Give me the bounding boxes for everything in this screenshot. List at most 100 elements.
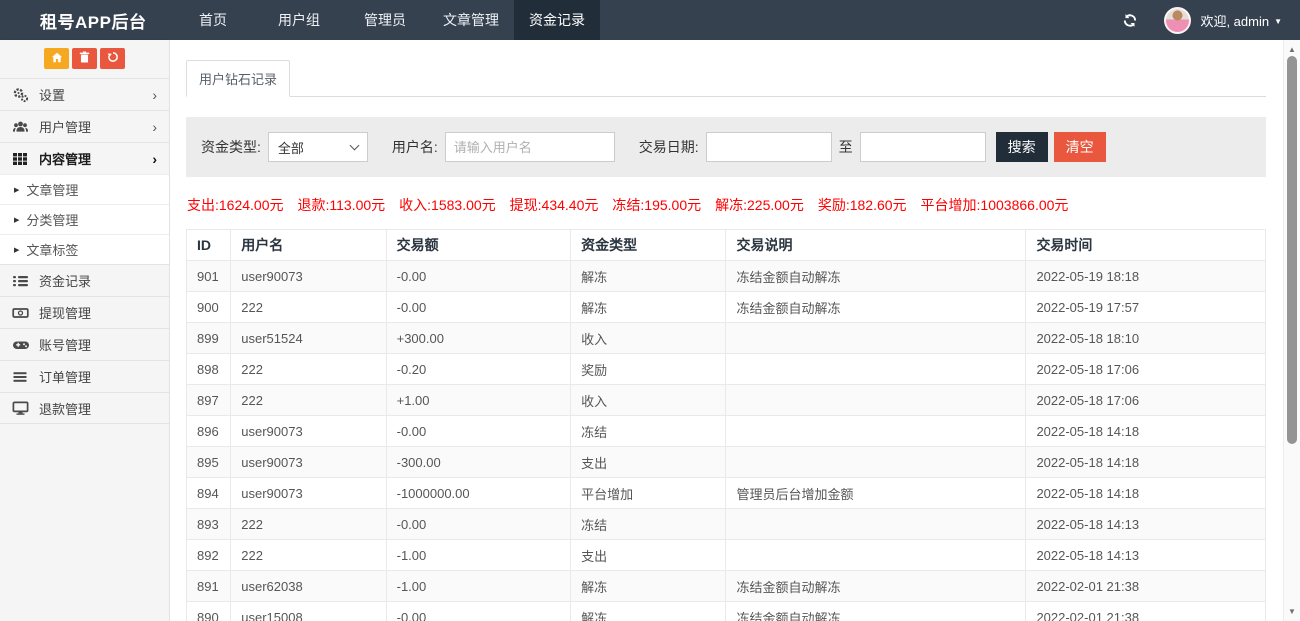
cell-id: 898 [187,354,231,385]
table-row: 898 222 -0.20 奖励 2022-05-18 17:06 [187,354,1266,385]
cell-fund-type: 冻结 [571,416,726,447]
sidebar-quick-buttons [0,40,169,78]
scroll-up-arrow-icon[interactable]: ▲ [1284,42,1300,57]
cell-description: 管理员后台增加金额 [726,478,1026,509]
table-row: 900 222 -0.00 解冻 冻结金额自动解冻 2022-05-19 17:… [187,292,1266,323]
nav-item-articles[interactable]: 文章管理 [428,0,514,40]
cell-description [726,509,1026,540]
cell-description: 冻结金额自动解冻 [726,602,1026,621]
table-row: 896 user90073 -0.00 冻结 2022-05-18 14:18 [187,416,1266,447]
main-content: 用户钻石记录 资金类型: 全部 用户名: 交易日期: 至 搜索 清空 [170,40,1283,621]
sidebar-subitem-category-management[interactable]: ▶ 分类管理 [0,204,169,234]
username-input[interactable] [445,132,615,162]
sidebar: 设置 › 用户管理 › 内容管理 › ▶ 文章管理 ▶ 分类管理 ▶ 文章标签 … [0,40,170,621]
sidebar-item-fund-records[interactable]: 资金记录 [0,264,169,296]
trash-button[interactable] [72,48,97,69]
cell-description: 冻结金额自动解冻 [726,292,1026,323]
sidebar-subitem-label: 分类管理 [26,210,78,229]
cell-time: 2022-02-01 21:38 [1026,602,1266,621]
cell-username: user15008 [231,602,386,621]
cell-description [726,354,1026,385]
monitor-icon [12,400,31,416]
welcome-text: 欢迎, admin [1200,14,1269,29]
cell-fund-type: 支出 [571,447,726,478]
cell-id: 901 [187,261,231,292]
sidebar-item-account-management[interactable]: 账号管理 [0,328,169,360]
fund-type-select[interactable]: 全部 [268,132,368,162]
col-header-fund-type: 资金类型 [571,230,726,261]
nav-item-fund-records[interactable]: 资金记录 [514,0,600,40]
cell-username: 222 [231,385,386,416]
cell-time: 2022-05-18 14:18 [1026,478,1266,509]
banknote-icon [12,305,31,321]
cycle-icon [107,50,119,68]
chevron-right-icon: › [152,151,157,167]
gamepad-icon [12,337,31,353]
cell-fund-type: 解冻 [571,602,726,621]
search-button[interactable]: 搜索 [996,132,1048,162]
caret-right-icon: ▶ [14,186,19,194]
cell-fund-type: 解冻 [571,571,726,602]
cell-fund-type: 冻结 [571,509,726,540]
col-header-id: ID [187,230,231,261]
sidebar-item-label: 订单管理 [39,367,157,386]
refresh-button[interactable] [100,48,125,69]
col-header-time: 交易时间 [1026,230,1266,261]
cell-amount: -0.00 [386,416,571,447]
sidebar-item-label: 退款管理 [39,399,157,418]
cell-time: 2022-05-18 17:06 [1026,354,1266,385]
cell-time: 2022-05-18 14:13 [1026,540,1266,571]
users-icon [12,119,31,135]
cell-username: user90073 [231,261,386,292]
nav-item-admins[interactable]: 管理员 [342,0,428,40]
sidebar-item-withdrawal-management[interactable]: 提现管理 [0,296,169,328]
table-row: 894 user90073 -1000000.00 平台增加 管理员后台增加金额… [187,478,1266,509]
cell-id: 892 [187,540,231,571]
date-from-input[interactable] [706,132,832,162]
cell-id: 891 [187,571,231,602]
scrollbar-thumb[interactable] [1287,56,1297,444]
sidebar-item-content-management[interactable]: 内容管理 › [0,142,169,174]
sidebar-subitem-label: 文章管理 [26,180,78,199]
sidebar-item-settings[interactable]: 设置 › [0,78,169,110]
caret-right-icon: ▶ [14,246,19,254]
summary-item: 奖励:182.60元 [818,197,907,213]
nav-item-home[interactable]: 首页 [170,0,256,40]
cell-id: 890 [187,602,231,621]
cell-fund-type: 平台增加 [571,478,726,509]
cell-amount: +300.00 [386,323,571,354]
sidebar-item-label: 用户管理 [39,117,152,136]
sidebar-item-refund-management[interactable]: 退款管理 [0,392,169,424]
grid-icon [12,151,31,167]
scroll-down-arrow-icon[interactable]: ▼ [1284,604,1300,619]
table-row: 897 222 +1.00 收入 2022-05-18 17:06 [187,385,1266,416]
cell-time: 2022-02-01 21:38 [1026,571,1266,602]
fund-type-label: 资金类型: [201,137,261,157]
sidebar-subitem-article-management[interactable]: ▶ 文章管理 [0,174,169,204]
cell-id: 897 [187,385,231,416]
table-row: 890 user15008 -0.00 解冻 冻结金额自动解冻 2022-02-… [187,602,1266,621]
sidebar-subitem-article-tags[interactable]: ▶ 文章标签 [0,234,169,264]
cell-username: 222 [231,292,386,323]
date-to-input[interactable] [860,132,986,162]
refresh-icon[interactable] [1122,13,1138,28]
cell-description: 冻结金额自动解冻 [726,261,1026,292]
welcome-user-menu[interactable]: 欢迎, admin▼ [1200,11,1282,30]
sidebar-item-label: 内容管理 [39,149,152,168]
tab-user-diamond-records[interactable]: 用户钻石记录 [186,60,290,97]
nav-item-user-groups[interactable]: 用户组 [256,0,342,40]
home-button[interactable] [44,48,69,69]
cell-id: 893 [187,509,231,540]
cell-amount: -0.00 [386,292,571,323]
fund-type-selected-value: 全部 [278,138,304,157]
cell-username: 222 [231,354,386,385]
user-avatar[interactable] [1164,7,1191,34]
clear-button[interactable]: 清空 [1054,132,1106,162]
sidebar-item-order-management[interactable]: 订单管理 [0,360,169,392]
sidebar-item-user-management[interactable]: 用户管理 › [0,110,169,142]
cell-amount: -1.00 [386,571,571,602]
chevron-down-icon [349,140,359,150]
cell-username: 222 [231,509,386,540]
summary-item: 平台增加:1003866.00元 [921,197,1069,213]
chevron-right-icon: › [152,87,157,103]
